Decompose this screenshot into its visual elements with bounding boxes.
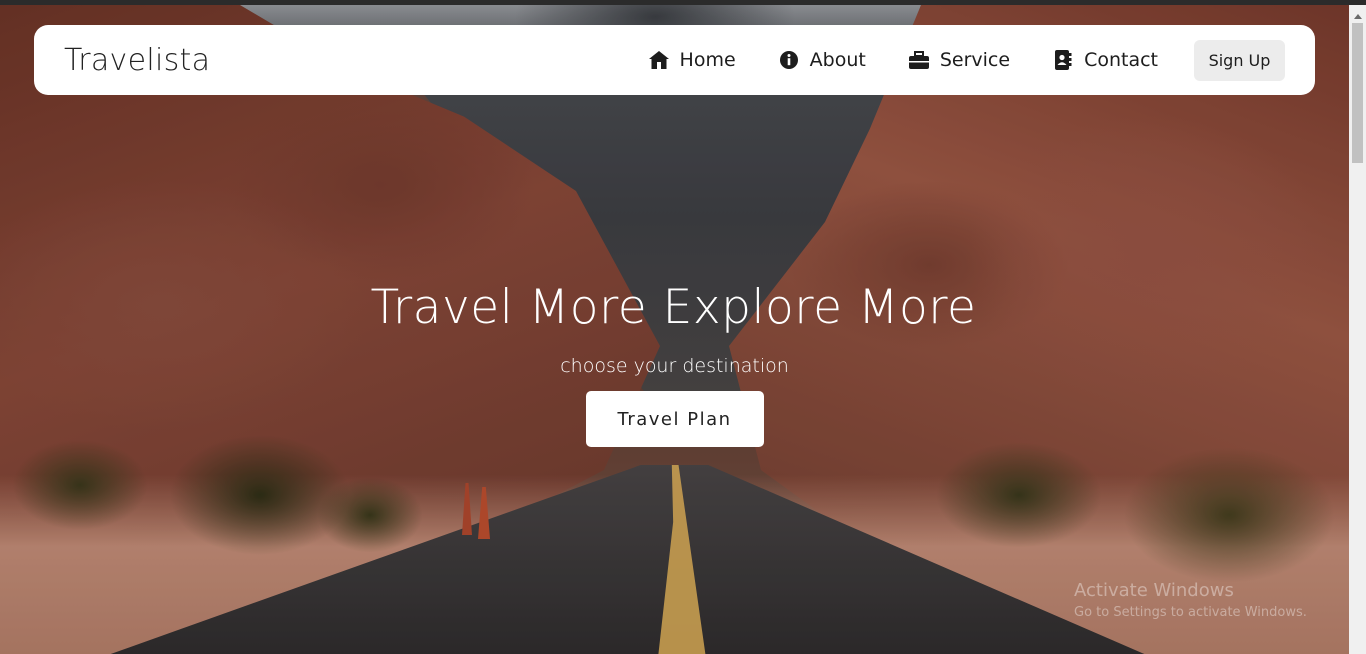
- scroll-up-arrow-icon[interactable]: [1354, 14, 1362, 19]
- briefcase-icon: [908, 49, 930, 71]
- nav-item-about[interactable]: About: [778, 49, 866, 71]
- nav-menu: Home About Service Contact Sign Up: [648, 39, 1285, 81]
- windows-activation-watermark: Activate Windows Go to Settings to activ…: [1074, 580, 1307, 620]
- nav-label-home: Home: [679, 49, 736, 71]
- travel-plan-button[interactable]: Travel Plan: [585, 391, 764, 447]
- nav-label-contact: Contact: [1084, 49, 1158, 71]
- hero-content: Travel More Explore More choose your des…: [0, 280, 1349, 447]
- watermark-subtitle: Go to Settings to activate Windows.: [1074, 605, 1307, 620]
- nav-item-home[interactable]: Home: [648, 49, 736, 71]
- hero-headline: Travel More Explore More: [370, 280, 977, 335]
- contact-book-icon: [1052, 49, 1074, 71]
- nav-item-service[interactable]: Service: [908, 49, 1010, 71]
- navbar: Travelista Home About Service Contact Si…: [34, 25, 1315, 95]
- watermark-title: Activate Windows: [1074, 580, 1234, 601]
- home-icon: [648, 49, 670, 71]
- vertical-scrollbar[interactable]: [1349, 5, 1366, 654]
- nav-label-about: About: [809, 49, 866, 71]
- brand-logo[interactable]: Travelista: [64, 43, 210, 78]
- nav-label-service: Service: [939, 49, 1011, 71]
- nav-item-contact[interactable]: Contact: [1052, 49, 1158, 71]
- scrollbar-thumb[interactable]: [1352, 23, 1363, 163]
- hero-subline: choose your destination: [560, 355, 789, 377]
- sign-up-button[interactable]: Sign Up: [1194, 39, 1285, 81]
- info-icon: [778, 49, 800, 71]
